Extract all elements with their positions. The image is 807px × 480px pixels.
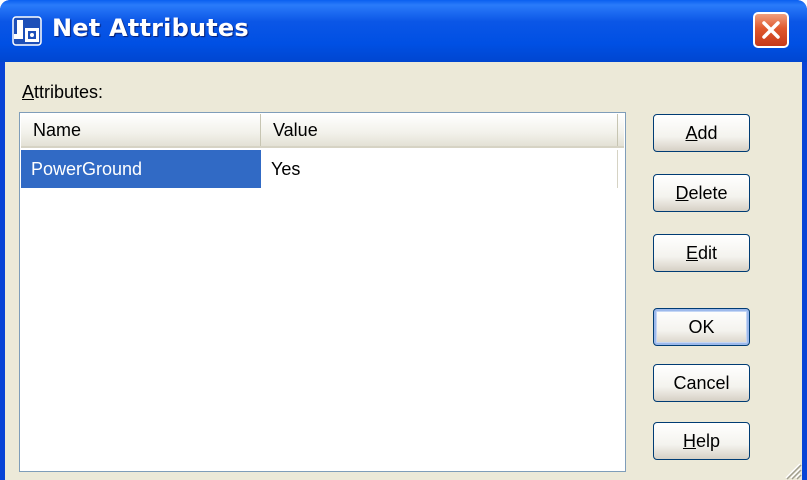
title-bar[interactable]: Net Attributes xyxy=(0,0,807,62)
attributes-label-text: ttributes: xyxy=(34,82,104,102)
cancel-button[interactable]: Cancel xyxy=(653,364,750,402)
add-label: dd xyxy=(697,123,718,143)
attributes-list[interactable]: Name Value PowerGround Yes xyxy=(19,112,626,472)
add-button[interactable]: Add xyxy=(653,114,750,152)
add-mnemonic: A xyxy=(685,123,698,143)
help-button[interactable]: Help xyxy=(653,422,750,460)
list-row-selected[interactable]: PowerGround Yes xyxy=(21,150,624,188)
ok-button[interactable]: OK xyxy=(653,308,750,346)
attribute-value-cell[interactable]: Yes xyxy=(261,150,618,188)
net-attributes-dialog: Net Attributes Attributes: Name Value Po… xyxy=(0,0,807,480)
column-header-value[interactable]: Value xyxy=(261,114,618,146)
close-icon xyxy=(762,21,780,39)
attribute-name-cell[interactable]: PowerGround xyxy=(21,150,261,188)
help-label: elp xyxy=(695,431,721,451)
attributes-label-mnemonic: A xyxy=(22,82,35,102)
list-header: Name Value xyxy=(21,114,624,148)
help-mnemonic: H xyxy=(682,431,696,451)
app-icon xyxy=(12,16,42,46)
edit-mnemonic: E xyxy=(685,243,698,263)
resize-grip-icon[interactable] xyxy=(778,456,802,480)
column-header-name[interactable]: Name xyxy=(21,114,261,146)
close-button[interactable] xyxy=(753,12,789,48)
attributes-label: Attributes: xyxy=(22,82,103,103)
window-title: Net Attributes xyxy=(52,14,249,42)
delete-button[interactable]: Delete xyxy=(653,174,750,212)
edit-label: dit xyxy=(698,243,718,263)
dialog-body: Attributes: Name Value PowerGround Yes A… xyxy=(5,62,802,480)
delete-label: elete xyxy=(688,183,728,203)
edit-button[interactable]: Edit xyxy=(653,234,750,272)
delete-mnemonic: D xyxy=(675,183,689,203)
